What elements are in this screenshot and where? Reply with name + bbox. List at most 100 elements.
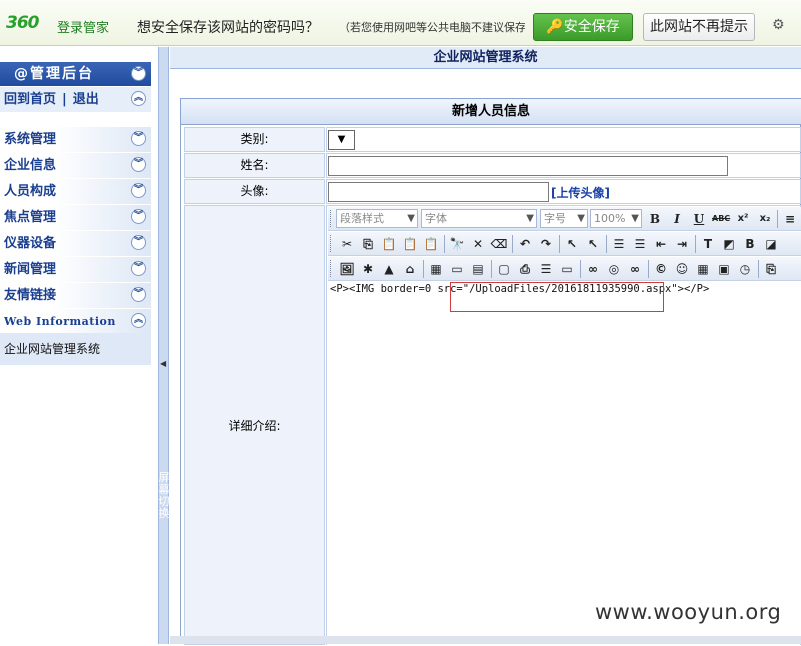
editor-source-area[interactable]: <P><IMG border=0 src="/UploadFiles/20161… (328, 281, 801, 637)
chevron-down-icon[interactable]: ︾ (131, 235, 146, 250)
chevron-down-icon[interactable]: ︾ (131, 261, 146, 276)
remove-link-icon[interactable]: ∞ (626, 260, 644, 278)
strikethrough-icon[interactable]: ABC (712, 210, 730, 228)
chevron-down-icon[interactable]: ︾ (131, 183, 146, 198)
copy-icon[interactable]: ⎘ (359, 235, 377, 253)
paragraph-style-select[interactable]: 段落样式 ▼ (336, 209, 418, 228)
insert-link-icon[interactable]: ∞ (584, 260, 602, 278)
category-select[interactable]: ▼ (328, 130, 355, 150)
numbered-list-icon[interactable]: ☰ (610, 235, 628, 253)
chevron-down-icon[interactable]: ︾ (131, 287, 146, 302)
chevron-down-icon[interactable]: ︾ (131, 157, 146, 172)
main-content: 企业网站管理系统 新增人员信息 类别: ▼ 姓名: 头像: [上传头像] 详细介… (170, 47, 801, 645)
insert-table-icon[interactable]: ▦ (427, 260, 445, 278)
toolbar-grip (330, 235, 333, 252)
sidebar-item-company[interactable]: 企业信息 ︾ (0, 153, 151, 178)
editor-toolbar-row-3: 🖼 ✱ ▲ ⌂ ▦ ▭ ▤ ▢ ⎙ ☰ ▭ ∞ ◎ ∞ © ☺ ▦ ▣ ◷ ⎘ (328, 257, 801, 281)
horizontal-scrollbar[interactable] (170, 636, 801, 644)
italic-icon[interactable]: I (668, 210, 686, 228)
find-icon[interactable]: 🔭 (448, 235, 466, 253)
paragraph-style-text: 段落样式 (340, 212, 384, 225)
insert-object-icon[interactable]: ⌂ (401, 260, 419, 278)
zoom-select[interactable]: 100% ▼ (590, 209, 642, 228)
sidebar-item-label: Web Information (4, 315, 116, 328)
text-color-icon[interactable]: T (699, 235, 717, 253)
safe-save-button[interactable]: 🔑安全保存 (533, 13, 633, 41)
detail-cell: 段落样式 ▼ 字体 ▼ 字号 ▼ 100% ▼ B I U ABC x² x₂ ≡ ✂ (326, 205, 801, 645)
home-link[interactable]: 回到首页 (4, 92, 56, 107)
superscript-icon[interactable]: x² (734, 210, 752, 228)
insert-date-icon[interactable]: ▣ (715, 260, 733, 278)
sidebar-item-equipment[interactable]: 仪器设备 ︾ (0, 231, 151, 256)
indent-icon[interactable]: ⇥ (673, 235, 691, 253)
insert-form-icon[interactable]: ▭ (448, 260, 466, 278)
underline-icon[interactable]: U (690, 210, 708, 228)
insert-symbol-icon[interactable]: © (652, 260, 670, 278)
insert-excel-icon[interactable]: ▦ (694, 260, 712, 278)
align-left-icon[interactable]: ≡ (781, 210, 799, 228)
name-input[interactable] (328, 156, 728, 176)
gear-icon[interactable]: ⚙ (772, 17, 785, 33)
undo-icon[interactable]: ↶ (516, 235, 534, 253)
insert-image-icon[interactable]: 🖼 (338, 260, 356, 278)
sidebar-links: 回到首页 | 退出 ︽ (0, 87, 151, 112)
sidebar: @管理后台 ︾ 回到首页 | 退出 ︽ 系统管理 ︾ 企业信息 ︾ 人员构成 ︾ 焦点管理 ︾… (0, 47, 158, 644)
insert-textarea-icon[interactable]: ▤ (469, 260, 487, 278)
sidebar-item-staff[interactable]: 人员构成 ︾ (0, 179, 151, 204)
eraser-icon[interactable]: ⌫ (490, 235, 508, 253)
bulleted-list-icon[interactable]: ☰ (631, 235, 649, 253)
chevron-up-icon[interactable]: ︽ (131, 91, 146, 106)
horizontal-rule-icon[interactable]: ☰ (537, 260, 555, 278)
insert-emoticon-icon[interactable]: ☺ (673, 260, 691, 278)
insert-web-link-icon[interactable]: ◎ (605, 260, 623, 278)
save-password-question: 想安全保存该网站的密码吗？ (137, 20, 319, 36)
sidebar-item-links[interactable]: 友情链接 ︾ (0, 283, 151, 308)
rich-text-editor: 段落样式 ▼ 字体 ▼ 字号 ▼ 100% ▼ B I U ABC x² x₂ ≡ ✂ (328, 207, 801, 637)
highlight-icon[interactable]: ◩ (720, 235, 738, 253)
insert-time-icon[interactable]: ◷ (736, 260, 754, 278)
cut-icon[interactable]: ✂ (338, 235, 356, 253)
sidebar-item-news[interactable]: 新闻管理 ︾ (0, 257, 151, 282)
dropdown-arrow-icon: ▼ (526, 213, 534, 224)
toolbar-grip (330, 260, 333, 277)
subscript-icon[interactable]: x₂ (756, 210, 774, 228)
sidebar-item-web-information[interactable]: Web Information ︽ (0, 309, 151, 334)
chevron-down-icon[interactable]: ︾ (131, 209, 146, 224)
insert-media-icon[interactable]: ▲ (380, 260, 398, 278)
insert-frame-icon[interactable]: ▢ (495, 260, 513, 278)
page-properties-icon[interactable]: ⎘ (762, 260, 780, 278)
sidebar-item-focus[interactable]: 焦点管理 ︾ (0, 205, 151, 230)
outdent-icon[interactable]: ⇤ (652, 235, 670, 253)
dont-remind-button[interactable]: 此网站不再提示 (643, 13, 755, 41)
chevron-down-icon[interactable]: ︾ (131, 66, 146, 81)
absolute-position-icon[interactable]: ↖ (584, 235, 602, 253)
background-color-icon[interactable]: B (741, 235, 759, 253)
font-select[interactable]: 字体 ▼ (421, 209, 537, 228)
dropdown-arrow-icon: ▼ (631, 213, 639, 224)
insert-marquee-icon[interactable]: ▭ (558, 260, 576, 278)
collapse-arrow-icon[interactable]: ◀ (160, 359, 166, 368)
redo-icon[interactable]: ↷ (537, 235, 555, 253)
upload-avatar-link[interactable]: [上传头像] (551, 184, 610, 201)
logout-link[interactable]: 退出 (73, 92, 99, 107)
paste-icon[interactable]: 📋 (380, 235, 398, 253)
fill-icon[interactable]: ◪ (762, 235, 780, 253)
logo-text: 登录管家 (57, 21, 110, 36)
sidebar-item-label: 友情链接 (4, 288, 57, 303)
add-staff-form: 新增人员信息 类别: ▼ 姓名: 头像: [上传头像] 详细介绍: 段落样式 ▼ … (180, 98, 801, 645)
bold-icon[interactable]: B (646, 210, 664, 228)
screen-toggle-splitter[interactable]: ◀ 屏幕切换 (158, 47, 170, 644)
sidebar-item-system[interactable]: 系统管理 ︾ (0, 127, 151, 152)
insert-flash-icon[interactable]: ✱ (359, 260, 377, 278)
select-pointer-icon[interactable]: ↖ (563, 235, 581, 253)
delete-icon[interactable]: ✕ (469, 235, 487, 253)
chevron-up-icon[interactable]: ︽ (131, 313, 146, 328)
paste-text-icon[interactable]: 📋 (401, 235, 419, 253)
paste-word-icon[interactable]: 📋 (422, 235, 440, 253)
insert-file-icon[interactable]: ⎙ (516, 260, 534, 278)
avatar-input[interactable] (328, 182, 549, 202)
category-cell: ▼ (326, 127, 801, 152)
font-size-select[interactable]: 字号 ▼ (540, 209, 588, 228)
chevron-down-icon[interactable]: ︾ (131, 131, 146, 146)
font-text: 字体 (425, 212, 447, 225)
